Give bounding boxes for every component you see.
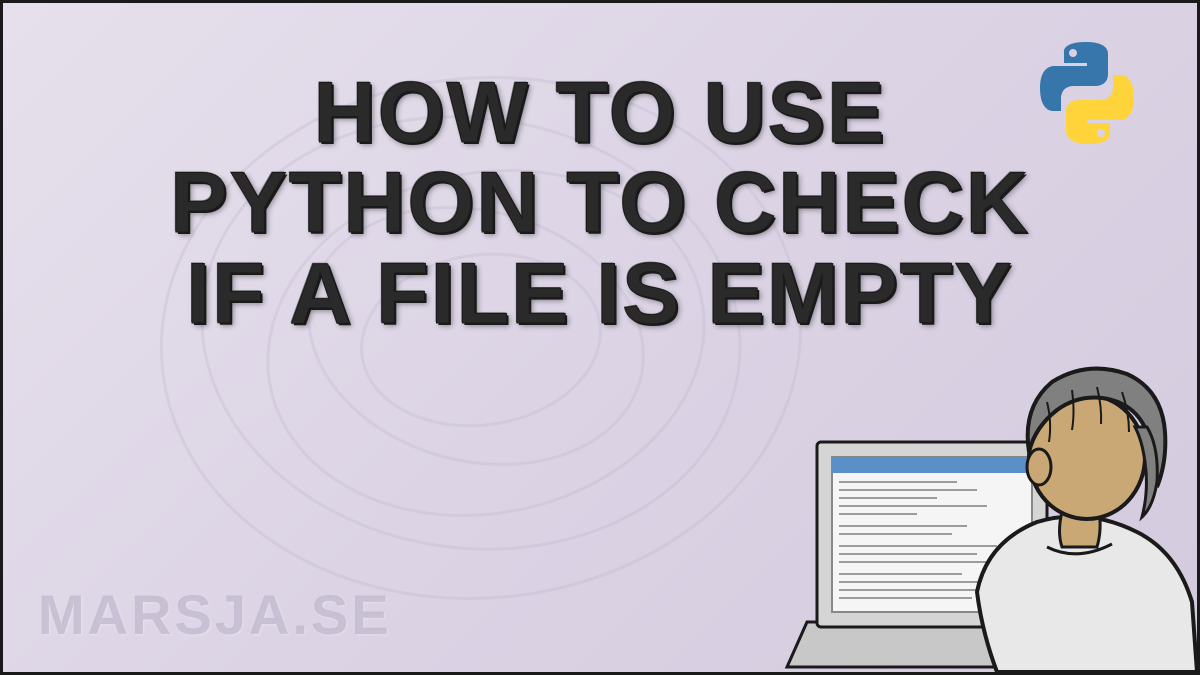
main-title: HOW TO USE PYTHON TO CHECK IF A FILE IS … (150, 68, 1050, 339)
person-at-laptop-illustration (777, 312, 1197, 672)
watermark-text: MARSJA.SE (38, 582, 392, 647)
python-logo-icon (1032, 38, 1142, 148)
